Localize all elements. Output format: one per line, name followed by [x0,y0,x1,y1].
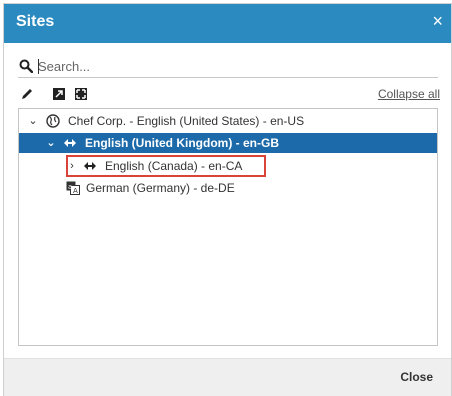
close-icon[interactable]: × [432,11,443,31]
text-caret [38,59,39,74]
tree-item-label: English (United Kingdom) - en-GB [85,136,279,150]
highlight-box [66,155,266,177]
dialog-title: Sites [16,13,55,30]
tree-item-en-us[interactable]: ⌄ Chef Corp. - English (United States) -… [19,111,437,131]
sites-tree: ⌄ Chef Corp. - English (United States) -… [18,108,438,346]
tree-item-en-gb[interactable]: ⌄ English (United Kingdom) - en-GB [19,133,437,153]
collapse-all-link[interactable]: Collapse all [378,87,440,101]
expand-icon[interactable] [52,87,66,101]
svg-text:A: A [73,187,78,195]
edit-icon[interactable] [20,87,34,101]
sites-dialog: Sites × Collapse all ⌄ [3,3,452,396]
dialog-titlebar: Sites × [4,4,451,43]
translate-icon: a A [66,181,80,195]
tree-item-label: German (Germany) - de-DE [86,181,235,195]
close-button[interactable]: Close [400,370,433,384]
tree-item-label: Chef Corp. - English (United States) - e… [68,114,305,128]
tree-item-de-de[interactable]: a A German (Germany) - de-DE [19,178,437,198]
chevron-down-icon[interactable]: ⌄ [28,111,38,131]
fullscreen-icon[interactable] [74,87,88,101]
search-input[interactable] [38,57,434,75]
globe-icon [46,114,60,128]
search-icon [19,59,33,73]
svg-text:a: a [68,183,72,191]
search-field [18,56,438,78]
dialog-footer: Close [4,358,451,396]
chevron-down-icon[interactable]: ⌄ [46,133,56,153]
bidirectional-arrow-icon [64,139,76,147]
tree-toolbar: Collapse all [18,86,440,104]
